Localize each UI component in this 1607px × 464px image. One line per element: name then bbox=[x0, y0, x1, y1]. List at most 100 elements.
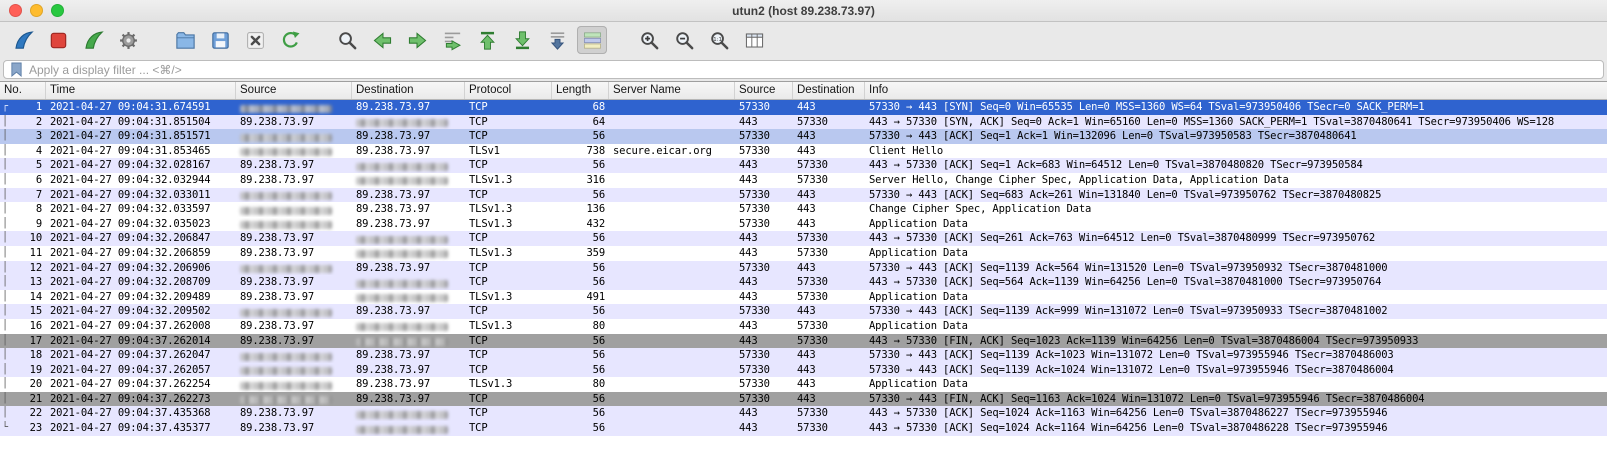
packet-row-15[interactable]: │152021-04-27 09:04:32.20950289.238.73.9… bbox=[0, 304, 1607, 319]
conversation-tick: │ bbox=[2, 217, 11, 232]
go-back-button[interactable] bbox=[367, 26, 397, 54]
cell-server_name bbox=[609, 115, 735, 130]
packet-row-16[interactable]: │162021-04-27 09:04:37.26200889.238.73.9… bbox=[0, 319, 1607, 334]
packet-row-2[interactable]: │22021-04-27 09:04:31.85150489.238.73.97… bbox=[0, 115, 1607, 130]
cell-length: 56 bbox=[552, 188, 609, 203]
packet-row-8[interactable]: │82021-04-27 09:04:32.03359789.238.73.97… bbox=[0, 202, 1607, 217]
packet-number: 6 bbox=[36, 173, 42, 188]
packet-row-4[interactable]: │42021-04-27 09:04:31.85346589.238.73.97… bbox=[0, 144, 1607, 159]
find-packet-button[interactable] bbox=[332, 26, 362, 54]
packet-row-3[interactable]: │32021-04-27 09:04:31.85157189.238.73.97… bbox=[0, 129, 1607, 144]
conversation-tick: │ bbox=[2, 115, 11, 130]
colorize-packets-button[interactable] bbox=[577, 26, 607, 54]
packet-row-9[interactable]: │92021-04-27 09:04:32.03502389.238.73.97… bbox=[0, 217, 1607, 232]
cell-destination bbox=[352, 406, 465, 421]
cell-source bbox=[236, 304, 352, 319]
stop-capture-button[interactable] bbox=[43, 26, 73, 54]
cell-source: 89.238.73.97 bbox=[236, 173, 352, 188]
packet-row-5[interactable]: │52021-04-27 09:04:32.02816789.238.73.97… bbox=[0, 158, 1607, 173]
restart-capture-button[interactable] bbox=[78, 26, 108, 54]
cell-server_name bbox=[609, 261, 735, 276]
zoom-in-icon bbox=[638, 29, 661, 52]
colorize-icon bbox=[581, 29, 604, 52]
cell-sport: 57330 bbox=[735, 348, 793, 363]
zoom-normal-button[interactable]: 1:1 bbox=[704, 26, 734, 54]
column-header-time[interactable]: Time bbox=[46, 82, 236, 99]
cell-source bbox=[236, 217, 352, 232]
cell-server_name bbox=[609, 319, 735, 334]
packet-row-20[interactable]: │202021-04-27 09:04:37.26225489.238.73.9… bbox=[0, 377, 1607, 392]
save-capture-file-button[interactable] bbox=[205, 26, 235, 54]
cell-info: 443 → 57330 [ACK] Seq=261 Ack=763 Win=64… bbox=[865, 231, 1607, 246]
display-filter-input[interactable]: Apply a display filter ... <⌘/> bbox=[3, 60, 1604, 79]
cell-protocol: TCP bbox=[465, 406, 552, 421]
cell-length: 56 bbox=[552, 275, 609, 290]
cell-protocol: TLSv1.3 bbox=[465, 217, 552, 232]
open-capture-file-button[interactable] bbox=[170, 26, 200, 54]
packet-row-14[interactable]: │142021-04-27 09:04:32.20948989.238.73.9… bbox=[0, 290, 1607, 305]
cell-sport: 443 bbox=[735, 275, 793, 290]
column-header-length[interactable]: Length bbox=[552, 82, 609, 99]
packet-number: 18 bbox=[30, 348, 42, 363]
zoom-out-button[interactable] bbox=[669, 26, 699, 54]
packet-row-7[interactable]: │72021-04-27 09:04:32.03301189.238.73.97… bbox=[0, 188, 1607, 203]
packet-row-13[interactable]: │132021-04-27 09:04:32.20870989.238.73.9… bbox=[0, 275, 1607, 290]
resize-columns-button[interactable] bbox=[739, 26, 769, 54]
cell-time: 2021-04-27 09:04:37.262057 bbox=[46, 363, 236, 378]
column-header-dport[interactable]: Destination bbox=[793, 82, 865, 99]
cell-source: 89.238.73.97 bbox=[236, 319, 352, 334]
cell-time: 2021-04-27 09:04:37.262273 bbox=[46, 392, 236, 407]
minimize-window-button[interactable] bbox=[30, 4, 43, 17]
cell-sport: 443 bbox=[735, 334, 793, 349]
packet-row-23[interactable]: └232021-04-27 09:04:37.43537789.238.73.9… bbox=[0, 421, 1607, 436]
packet-row-1[interactable]: ┌12021-04-27 09:04:31.67459189.238.73.97… bbox=[0, 100, 1607, 115]
packet-row-19[interactable]: │192021-04-27 09:04:37.26205789.238.73.9… bbox=[0, 363, 1607, 378]
column-header-source[interactable]: Source bbox=[236, 82, 352, 99]
packet-row-6[interactable]: │62021-04-27 09:04:32.03294489.238.73.97… bbox=[0, 173, 1607, 188]
capture-options-button[interactable] bbox=[113, 26, 143, 54]
cell-dport: 57330 bbox=[793, 173, 865, 188]
packet-rows: ┌12021-04-27 09:04:31.67459189.238.73.97… bbox=[0, 100, 1607, 436]
go-to-packet-button[interactable] bbox=[437, 26, 467, 54]
packet-row-22[interactable]: │222021-04-27 09:04:37.43536889.238.73.9… bbox=[0, 406, 1607, 421]
cell-dport: 57330 bbox=[793, 421, 865, 436]
packet-row-17[interactable]: │172021-04-27 09:04:37.26201489.238.73.9… bbox=[0, 334, 1607, 349]
close-window-button[interactable] bbox=[9, 4, 22, 17]
column-header-server_name[interactable]: Server Name bbox=[609, 82, 735, 99]
cell-source bbox=[236, 363, 352, 378]
zoom-in-button[interactable] bbox=[634, 26, 664, 54]
cell-sport: 57330 bbox=[735, 217, 793, 232]
packet-row-10[interactable]: │102021-04-27 09:04:32.20684789.238.73.9… bbox=[0, 231, 1607, 246]
close-capture-file-button[interactable] bbox=[240, 26, 270, 54]
cell-length: 491 bbox=[552, 290, 609, 305]
redacted-ip bbox=[356, 177, 448, 185]
cell-destination: 89.238.73.97 bbox=[352, 363, 465, 378]
go-to-first-packet-button[interactable] bbox=[472, 26, 502, 54]
packet-row-21[interactable]: │212021-04-27 09:04:37.26227389.238.73.9… bbox=[0, 392, 1607, 407]
column-header-no[interactable]: No. bbox=[0, 82, 46, 99]
filter-bookmark-icon[interactable] bbox=[10, 62, 23, 77]
column-header-sport[interactable]: Source bbox=[735, 82, 793, 99]
zoom-window-button[interactable] bbox=[51, 4, 64, 17]
packet-row-12[interactable]: │122021-04-27 09:04:32.20690689.238.73.9… bbox=[0, 261, 1607, 276]
cell-source bbox=[236, 129, 352, 144]
cell-server_name bbox=[609, 363, 735, 378]
auto-scroll-button[interactable] bbox=[542, 26, 572, 54]
conversation-tick: │ bbox=[2, 334, 11, 349]
packet-row-18[interactable]: │182021-04-27 09:04:37.26204789.238.73.9… bbox=[0, 348, 1607, 363]
column-header-destination[interactable]: Destination bbox=[352, 82, 465, 99]
cell-destination: 89.238.73.97 bbox=[352, 188, 465, 203]
column-header-protocol[interactable]: Protocol bbox=[465, 82, 552, 99]
resize-columns-icon bbox=[743, 29, 766, 52]
reload-capture-button[interactable] bbox=[275, 26, 305, 54]
cell-info: Application Data bbox=[865, 217, 1607, 232]
cell-info: 443 → 57330 [ACK] Seq=1024 Ack=1164 Win=… bbox=[865, 421, 1607, 436]
start-capture-button[interactable] bbox=[8, 26, 38, 54]
column-header-info[interactable]: Info bbox=[865, 82, 1607, 99]
go-to-last-packet-button[interactable] bbox=[507, 26, 537, 54]
packet-row-11[interactable]: │112021-04-27 09:04:32.20685989.238.73.9… bbox=[0, 246, 1607, 261]
conversation-tick: │ bbox=[2, 392, 11, 407]
packet-number: 23 bbox=[30, 421, 42, 436]
conversation-tick: │ bbox=[2, 246, 11, 261]
go-forward-button[interactable] bbox=[402, 26, 432, 54]
